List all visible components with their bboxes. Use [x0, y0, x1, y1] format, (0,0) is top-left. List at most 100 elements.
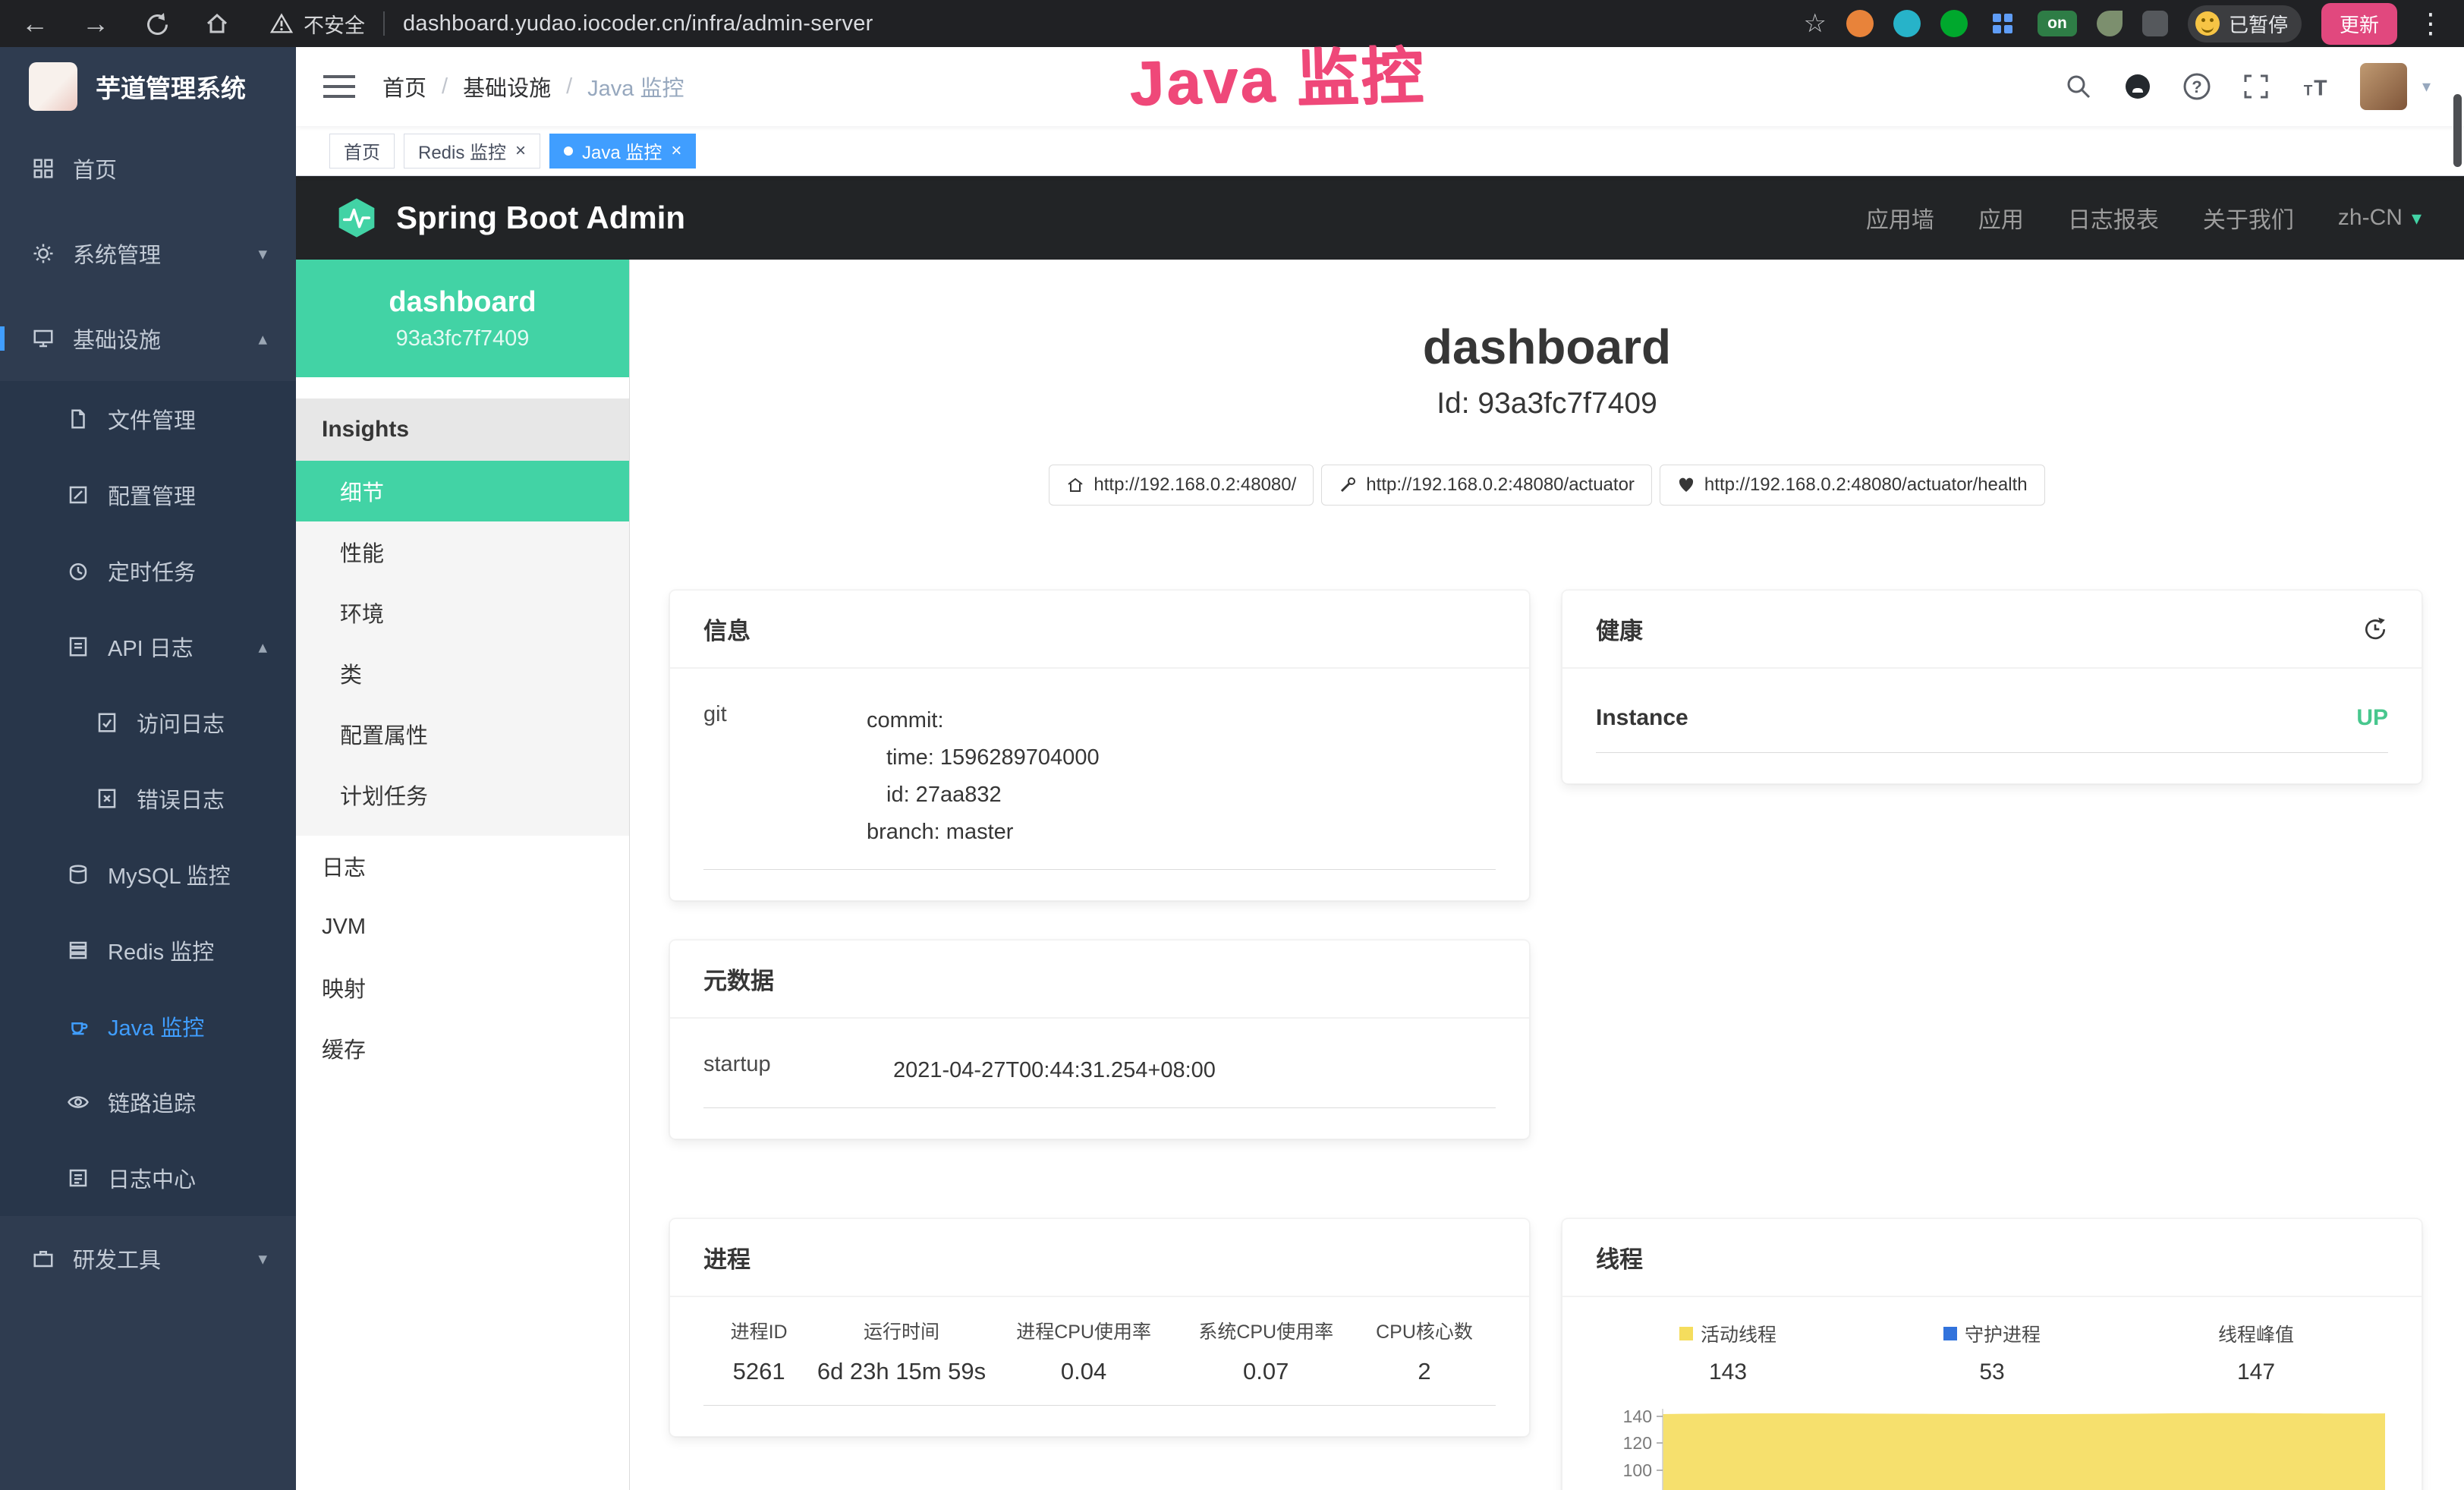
sidebar-item-label: MySQL 监控 [108, 858, 231, 890]
threads-card-body: 活动线程 143 守护进程 53 线程峰值 [1562, 1297, 2422, 1490]
extension-icon-orange[interactable] [1846, 10, 1874, 37]
infrastructure-submenu: 文件管理 配置管理 定时任务 API 日志 ▴ 访问日志 错误日志 [0, 381, 296, 1216]
close-icon[interactable]: × [671, 142, 681, 160]
y-tick-120: 120 [1623, 1433, 1652, 1453]
sidebar-item-scheduled-jobs[interactable]: 定时任务 [0, 533, 296, 609]
sidebar-item-home[interactable]: 首页 [0, 126, 296, 211]
service-url-button[interactable]: http://192.168.0.2:48080/ [1049, 465, 1314, 506]
tag-home[interactable]: 首页 [329, 134, 395, 169]
url-bar[interactable]: dashboard.yudao.iocoder.cn/infra/admin-s… [403, 11, 873, 36]
sidebar-item-mysql-monitor[interactable]: MySQL 监控 [0, 836, 296, 912]
sidebar-item-java-monitor[interactable]: Java 监控 [0, 988, 296, 1064]
tag-label: Java 监控 [582, 137, 662, 164]
sidebar-item-redis-monitor[interactable]: Redis 监控 [0, 912, 296, 988]
nav-about[interactable]: 关于我们 [2203, 201, 2294, 235]
sba-brand[interactable]: Spring Boot Admin [335, 197, 685, 239]
menu-item-details[interactable]: 细节 [296, 461, 629, 521]
sidebar-item-label: 文件管理 [108, 403, 196, 435]
health-instance-row[interactable]: Instance UP [1596, 688, 2388, 753]
card-title-label: 信息 [703, 612, 751, 646]
breadcrumb: 首页 / 基础设施 / Java 监控 [382, 71, 684, 102]
menu-item-scheduled-tasks[interactable]: 计划任务 [296, 764, 629, 825]
tag-redis-monitor[interactable]: Redis 监控 × [404, 134, 540, 169]
home-icon[interactable] [202, 8, 232, 39]
history-icon[interactable] [2362, 616, 2388, 642]
reload-icon[interactable] [141, 8, 172, 39]
infrastructure-icon [32, 327, 55, 350]
menu-item-logs[interactable]: 日志 [296, 836, 629, 896]
font-size-icon[interactable]: TT [2301, 72, 2330, 101]
sba-instance-sidebar: dashboard 93a3fc7f7409 Insights 细节 性能 环境… [296, 260, 630, 1490]
sidebar-item-api-log[interactable]: API 日志 ▴ [0, 609, 296, 685]
extension-icon-teal[interactable] [1893, 10, 1921, 37]
actuator-url-button[interactable]: http://192.168.0.2:48080/actuator [1321, 465, 1652, 506]
bookmark-star-icon[interactable]: ☆ [1803, 8, 1826, 39]
breadcrumb-infrastructure[interactable]: 基础设施 [463, 71, 551, 102]
menu-item-caches[interactable]: 缓存 [296, 1018, 629, 1079]
page-scrollbar[interactable] [2453, 94, 2462, 167]
search-icon[interactable] [2064, 72, 2093, 101]
service-url-label: http://192.168.0.2:48080/ [1094, 474, 1296, 496]
sidebar-item-label: 首页 [73, 153, 117, 184]
fullscreen-icon[interactable] [2242, 72, 2270, 101]
sidebar-item-trace[interactable]: 链路追踪 [0, 1064, 296, 1140]
browser-update-button[interactable]: 更新 [2321, 3, 2397, 45]
sidebar-item-file-manage[interactable]: 文件管理 [0, 381, 296, 457]
sidebar-item-config-manage[interactable]: 配置管理 [0, 457, 296, 533]
sidebar-item-label: 链路追踪 [108, 1086, 196, 1118]
sidebar-item-access-log[interactable]: 访问日志 [0, 685, 296, 761]
sidebar-item-devtools[interactable]: 研发工具 ▾ [0, 1216, 296, 1301]
sidebar-fold-icon[interactable] [323, 74, 355, 99]
sidebar-item-error-log[interactable]: 错误日志 [0, 761, 296, 836]
column-value: 5261 [703, 1358, 814, 1385]
sidebar-item-label: 研发工具 [73, 1243, 161, 1274]
menu-item-environment[interactable]: 环境 [296, 582, 629, 643]
profile-paused-badge[interactable]: 已暂停 [2188, 5, 2302, 43]
menu-item-jvm[interactable]: JVM [296, 896, 629, 957]
column-header: 进程CPU使用率 [989, 1317, 1179, 1344]
close-icon[interactable]: × [515, 142, 526, 160]
locale-label: zh-CN [2338, 205, 2403, 231]
user-avatar[interactable] [2360, 63, 2407, 110]
process-col-system-cpu: 系统CPU使用率 0.07 [1179, 1317, 1353, 1385]
extension-on-badge[interactable]: on [2038, 11, 2077, 36]
extension-icon-grid[interactable] [1987, 8, 2018, 39]
sidebar-item-infrastructure[interactable]: 基础设施 ▴ [0, 296, 296, 381]
legend-label: 守护进程 [1965, 1320, 2041, 1347]
process-table: 进程ID 5261 运行时间 6d 23h 15m 59s 进程CPU使用率 0… [703, 1317, 1496, 1406]
handwritten-annotation: Java 监控 [1128, 25, 1427, 123]
menu-item-classes[interactable]: 类 [296, 643, 629, 704]
sidebar-item-log-center[interactable]: 日志中心 [0, 1140, 296, 1216]
nav-journal[interactable]: 日志报表 [2068, 201, 2159, 235]
nav-applications[interactable]: 应用 [1978, 201, 2024, 235]
breadcrumb-home[interactable]: 首页 [382, 71, 426, 102]
extensions-puzzle-icon[interactable] [2142, 11, 2168, 36]
github-icon[interactable] [2123, 72, 2152, 101]
legend-swatch-yellow [1679, 1327, 1693, 1340]
menu-item-metrics[interactable]: 性能 [296, 521, 629, 582]
back-icon[interactable]: ← [20, 8, 50, 39]
app-title: 芋道管理系统 [96, 68, 246, 105]
menu-item-config-props[interactable]: 配置属性 [296, 704, 629, 764]
extension-icon-leaf[interactable] [2097, 11, 2123, 36]
threads-legend: 活动线程 143 守护进程 53 线程峰值 [1596, 1320, 2388, 1385]
card-title-label: 线程 [1596, 1240, 1643, 1274]
java-monitor-icon [67, 1015, 90, 1038]
avatar-caret-icon[interactable]: ▾ [2422, 77, 2431, 96]
browser-menu-dots-icon[interactable]: ⋮ [2417, 8, 2444, 39]
locale-selector[interactable]: zh-CN ▾ [2338, 205, 2422, 231]
sidebar-item-system[interactable]: 系统管理 ▾ [0, 211, 296, 296]
menu-item-mappings[interactable]: 映射 [296, 957, 629, 1018]
svg-text:T: T [2314, 76, 2327, 100]
nav-wallboard[interactable]: 应用墙 [1866, 201, 1934, 235]
security-indicator[interactable]: 不安全 [270, 9, 365, 39]
threads-area-chart: 140 120 100 [1596, 1405, 2390, 1490]
help-question-icon[interactable]: ? [2182, 72, 2211, 101]
forward-icon[interactable]: → [80, 8, 111, 39]
instance-header[interactable]: dashboard 93a3fc7f7409 [296, 260, 629, 377]
tag-java-monitor[interactable]: Java 监控 × [549, 134, 696, 169]
health-url-button[interactable]: http://192.168.0.2:48080/actuator/health [1660, 465, 2045, 506]
app-logo-row: 芋道管理系统 [0, 47, 296, 126]
extension-icon-green[interactable] [1940, 10, 1968, 37]
instance-name: dashboard [389, 286, 536, 319]
